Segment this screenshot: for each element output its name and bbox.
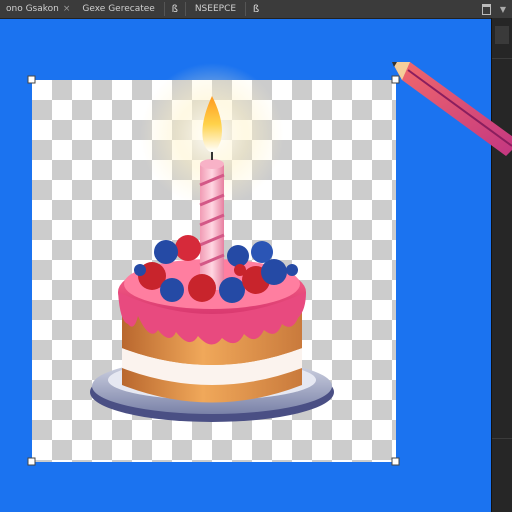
pencil-icon <box>392 62 512 156</box>
resize-handle-top-right[interactable] <box>391 75 400 84</box>
birthday-cake-illustration <box>90 96 334 422</box>
illustration-layer <box>27 62 512 466</box>
resize-handle-bottom-right[interactable] <box>391 457 400 466</box>
resize-handle-bottom-left[interactable] <box>27 457 36 466</box>
resize-handle-top-left[interactable] <box>27 75 36 84</box>
